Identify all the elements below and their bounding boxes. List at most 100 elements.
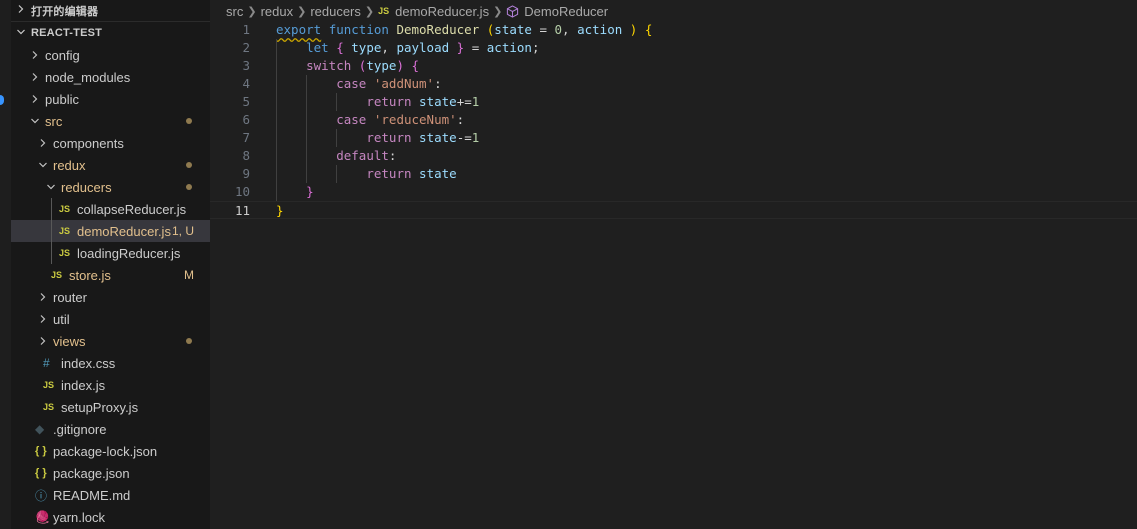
tree-item-label: collapseReducer.js [77,201,187,217]
tree-item-index-js[interactable]: JS index.js [11,374,210,396]
code-token: : [456,112,465,127]
code-token: case [336,112,367,127]
js-file-icon: JS [43,402,55,412]
tree-item-label: util [53,311,70,327]
tree-item-demoreducer-js[interactable]: JS demoReducer.js 1, U [11,220,210,242]
breadcrumb-item-redux[interactable]: redux [261,4,294,19]
tree-item-label: .gitignore [53,421,107,437]
code-line[interactable]: 2 let { type, payload } = action; [210,39,1137,57]
code-token: { [336,40,344,55]
tree-item-components[interactable]: components [11,132,210,154]
tree-item-setupproxy-js[interactable]: JS setupProxy.js [11,396,210,418]
code-token: type [351,40,382,55]
js-file-icon: JS [51,270,63,280]
js-file-icon: JS [59,248,71,258]
tree-item-public[interactable]: public [11,88,210,110]
breadcrumb-item-reducers[interactable]: reducers [310,4,361,19]
indent-guide [306,147,308,165]
code-token: export [276,22,322,37]
tree-item-router[interactable]: router [11,286,210,308]
yarn-file-icon: 🧶 [35,510,50,524]
symbol-cube-icon [506,4,519,18]
code-text: default: [336,147,396,165]
code-line[interactable]: 5 return state+=1 [210,93,1137,111]
open-editors-header[interactable]: 打开的编辑器 [11,0,210,22]
line-number: 2 [242,40,250,55]
activity-bar-edge [0,0,11,529]
code-line[interactable]: 8 default: [210,147,1137,165]
indent-guide [276,183,277,201]
tree-item-node-modules[interactable]: node_modules [11,66,210,88]
code-line[interactable]: 4 case 'addNum': [210,75,1137,93]
code-line[interactable]: 1 export function DemoReducer (state = 0,… [210,21,1137,39]
code-token: return [366,166,412,181]
tree-item-reducers[interactable]: reducers [11,176,210,198]
indent-guide [51,242,52,264]
code-token: state [419,130,457,145]
tree-item-store-js[interactable]: JS store.js M [11,264,210,286]
code-token: ) [396,58,404,73]
breadcrumb-file[interactable]: demoReducer.js [395,4,489,19]
code-token: return [366,130,412,145]
tree-item-config[interactable]: config [11,44,210,66]
tree-item-loadingreducer-js[interactable]: JS loadingReducer.js [11,242,210,264]
code-token: 'reduceNum' [373,112,457,127]
indent-guide [336,165,338,183]
code-token: action [486,40,532,55]
open-editors-title: 打开的编辑器 [31,5,99,18]
indent-guide [51,220,52,242]
chevron-down-icon [11,27,31,40]
tree-item-label: views [53,333,86,349]
tree-item-package-lock-json[interactable]: { } package-lock.json [11,440,210,462]
breadcrumb: src ❯ redux ❯ reducers ❯ JS demoReducer.… [210,0,1137,22]
js-file-icon: JS [59,204,71,214]
code-token: : [434,76,442,91]
code-text: case 'reduceNum': [336,111,464,129]
git-status-badge: M [184,268,194,282]
breadcrumb-item-src[interactable]: src [226,4,243,19]
code-line[interactable]: 6 case 'reduceNum': [210,111,1137,129]
tree-item-gitignore[interactable]: ◆ .gitignore [11,418,210,440]
indent-guide [276,75,277,93]
tree-item-collapsereducer-js[interactable]: JS collapseReducer.js [11,198,210,220]
indent-guide [276,129,277,147]
tree-item-util[interactable]: util [11,308,210,330]
indent-guide [51,198,52,220]
chevron-right-icon [27,94,43,104]
chevron-right-icon [35,292,51,302]
line-number: 7 [242,130,250,145]
code-token: state [419,166,457,181]
code-line[interactable]: 11} [210,201,1137,219]
tree-item-yarn-lock[interactable]: 🧶 yarn.lock [11,506,210,528]
line-number: 1 [242,22,250,37]
code-token: 'addNum' [373,76,435,91]
code-token: { [644,22,653,37]
tree-item-redux[interactable]: redux [11,154,210,176]
tree-item-src[interactable]: src [11,110,210,132]
breadcrumb-symbol[interactable]: DemoReducer [524,4,608,19]
tree-item-package-json[interactable]: { } package.json [11,462,210,484]
project-header[interactable]: REACT-TEST [11,22,210,44]
activity-badge-dot [0,95,4,105]
tree-item-readme-md[interactable]: ⓘ README.md [11,484,210,506]
tree-item-label: redux [53,157,86,173]
chevron-right-icon [27,72,43,82]
code-line[interactable]: 9 return state [210,165,1137,183]
tree-item-label: setupProxy.js [61,399,139,415]
tree-item-views[interactable]: views [11,330,210,352]
code-text: } [276,202,284,220]
code-line[interactable]: 3 switch (type) { [210,57,1137,75]
code-line[interactable]: 7 return state-=1 [210,129,1137,147]
code-token: DemoReducer [396,22,480,37]
code-area[interactable]: 1 export function DemoReducer (state = 0,… [210,21,1137,219]
code-line[interactable]: 10} [210,183,1137,201]
tree-item-label: config [45,47,80,63]
tree-item-index-css[interactable]: # index.css [11,352,210,374]
tree-item-label: public [45,91,79,107]
chevron-right-icon [35,336,51,346]
code-token: -= [456,130,472,145]
